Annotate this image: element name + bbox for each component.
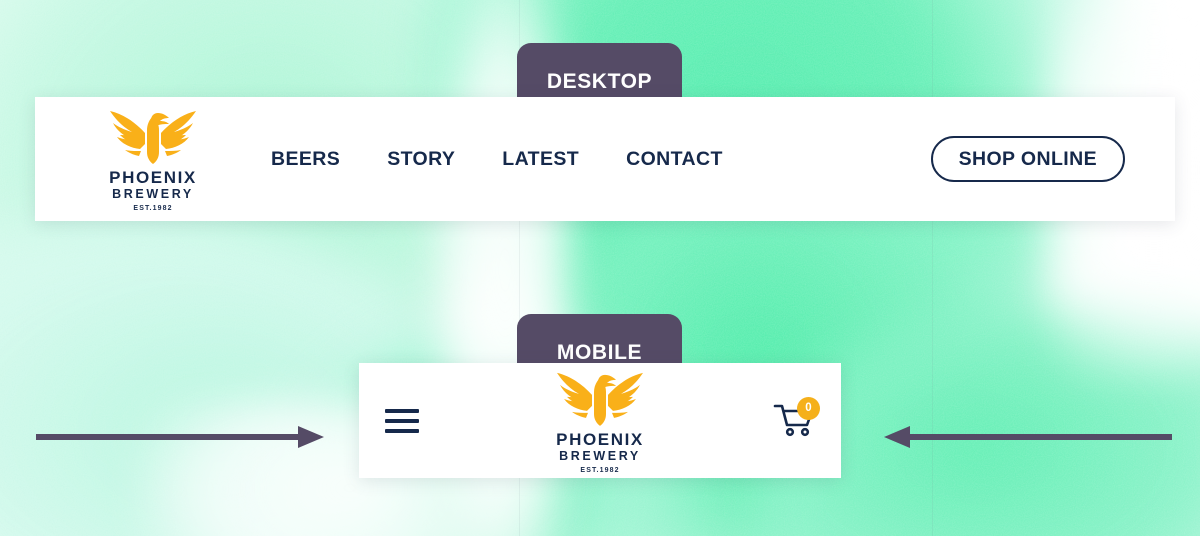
section-label-desktop-text: DESKTOP [546,70,653,93]
annotation-arrow-right [884,426,1172,448]
layout-guide-line-right [932,0,933,536]
hamburger-bar-2 [385,418,419,423]
brand-name: PHOENIX [109,167,197,187]
brand-established: EST.1982 [580,466,620,474]
nav-link-story[interactable]: STORY [387,148,455,171]
brand-subtitle: BREWERY [559,448,641,463]
brand-name: PHOENIX [556,429,644,449]
brand-established: EST.1982 [133,204,173,212]
nav-link-contact[interactable]: CONTACT [626,148,723,171]
desktop-navigation-bar: PHOENIX BREWERY EST.1982 BEERS STORY LAT… [35,97,1175,221]
mobile-navigation-bar: PHOENIX BREWERY EST.1982 0 [359,363,841,478]
hamburger-bar-1 [385,408,419,413]
brand-subtitle: BREWERY [112,187,194,202]
annotation-arrow-left [36,426,324,448]
screenshot-canvas: DESKTOP PHOENIX BREWERY EST.1982 BEERS S… [0,0,1200,536]
section-label-mobile-text: MOBILE [556,341,643,364]
desktop-brand-logo[interactable]: PHOENIX BREWERY EST.1982 [78,106,228,212]
nav-link-beers[interactable]: BEERS [271,148,340,171]
desktop-nav-links: BEERS STORY LATEST CONTACT [271,148,723,171]
nav-link-latest[interactable]: LATEST [502,148,579,171]
hamburger-bar-3 [385,428,419,433]
phoenix-bird-icon [557,372,643,426]
shop-online-button[interactable]: SHOP ONLINE [930,136,1125,182]
hamburger-menu-icon[interactable] [385,406,419,436]
cart-count-badge: 0 [797,396,820,420]
shopping-cart-button[interactable]: 0 [772,396,820,443]
mobile-brand-logo[interactable]: PHOENIX BREWERY EST.1982 [525,367,675,473]
phoenix-bird-icon [110,110,196,164]
